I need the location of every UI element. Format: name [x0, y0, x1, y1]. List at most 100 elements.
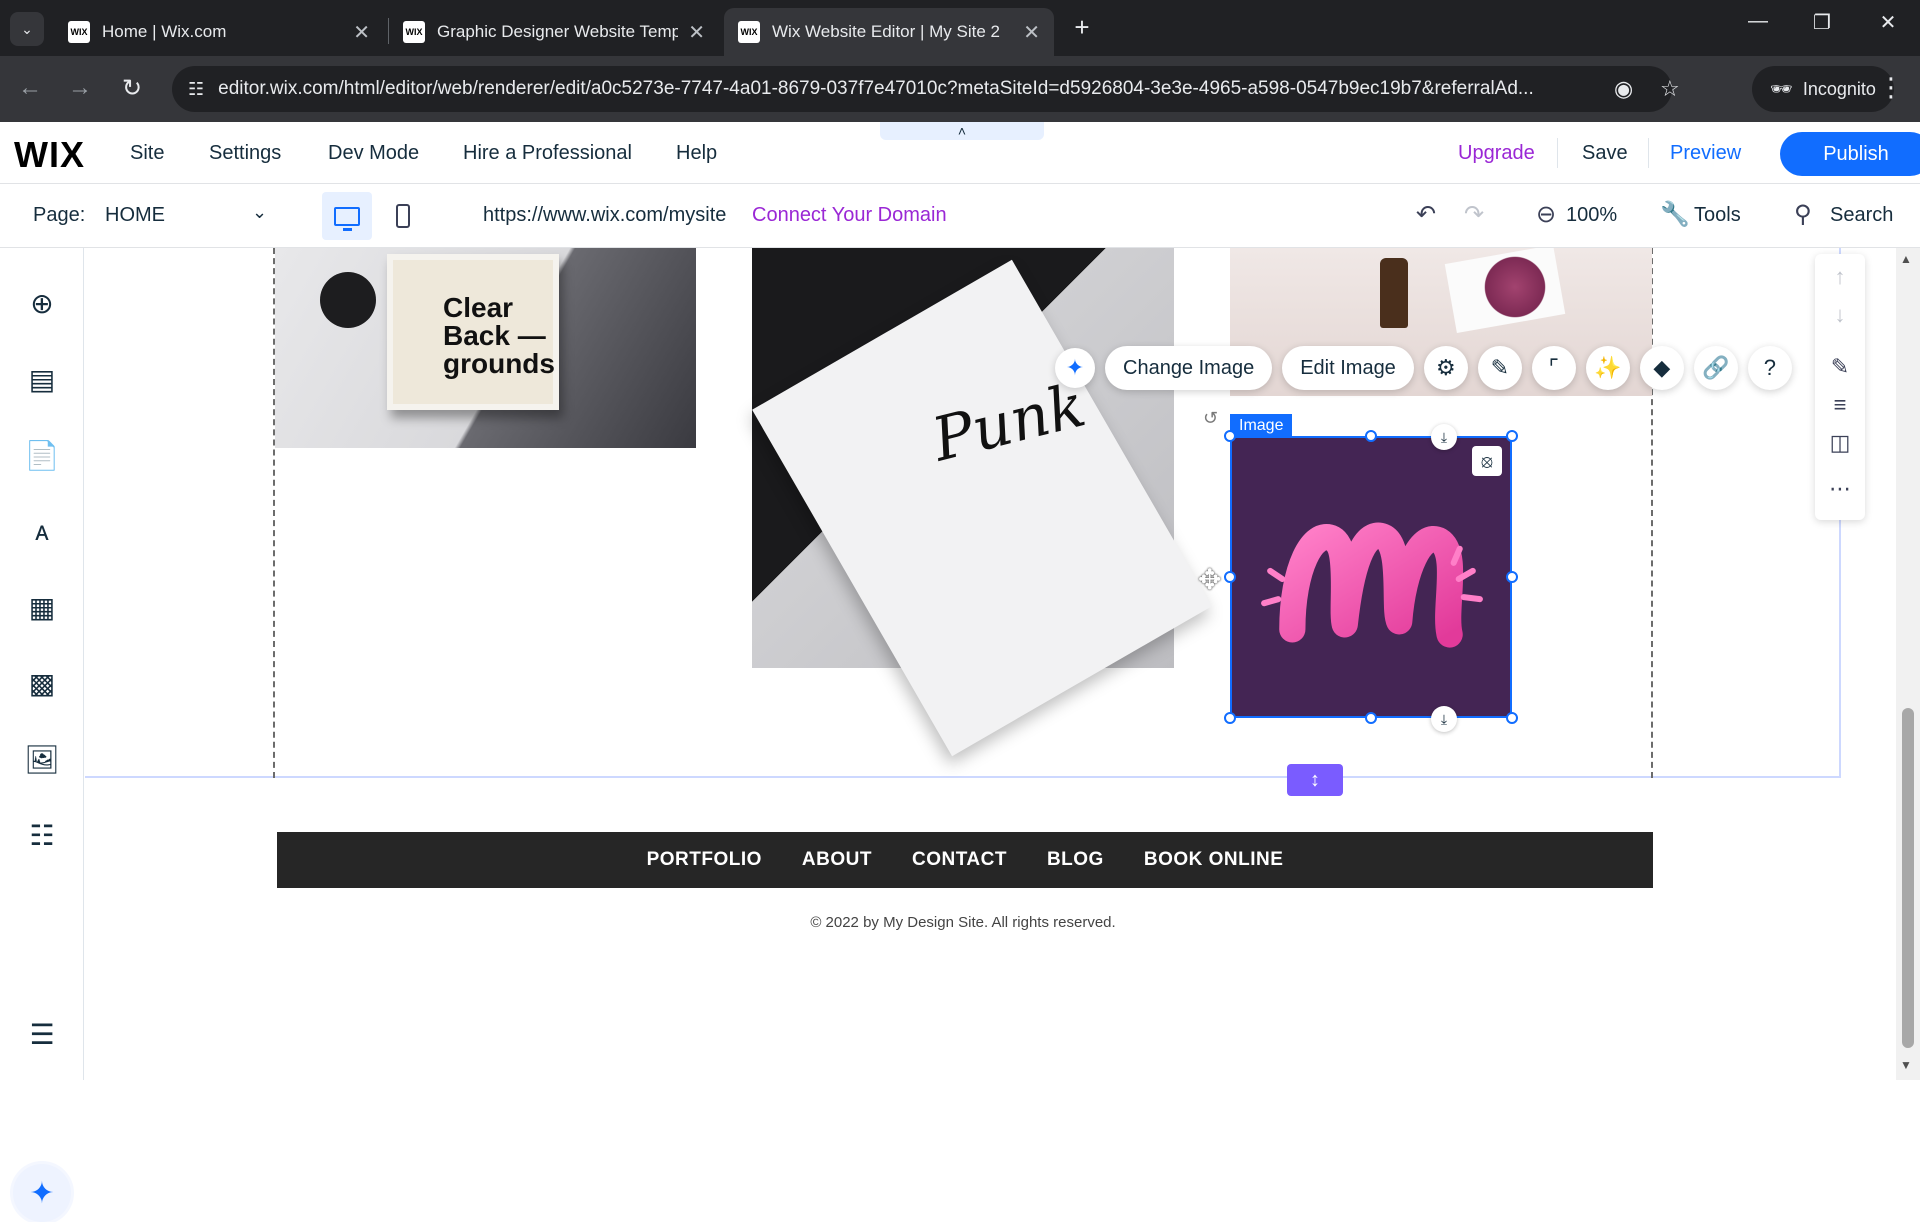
scroll-down-icon[interactable]: ▼ — [1900, 1058, 1912, 1072]
resize-handle-bl[interactable] — [1224, 712, 1236, 724]
mobile-view-button[interactable] — [378, 192, 428, 240]
resize-handle-tr[interactable] — [1506, 430, 1518, 442]
move-up-arrow-icon[interactable]: ↑ — [1815, 264, 1865, 290]
footer-nav-contact[interactable]: CONTACT — [912, 849, 1007, 871]
photo-clear-backgrounds[interactable]: Clear Back — grounds — [275, 248, 696, 448]
tab-title: Home | Wix.com — [102, 22, 227, 41]
restore-icon[interactable]: ❐ — [1802, 10, 1842, 35]
download-icon[interactable]: ⤓ — [1431, 424, 1457, 450]
menu-site[interactable]: Site — [130, 142, 164, 165]
desktop-icon — [334, 206, 360, 231]
magic-wand-icon[interactable]: ✨ — [1585, 346, 1630, 390]
browser-tab-home-wix[interactable]: WIX Home | Wix.com ✕ — [54, 8, 384, 56]
link-icon[interactable]: 🔗 — [1693, 346, 1738, 390]
browser-tab-template[interactable]: WIX Graphic Designer Website Temp ✕ — [389, 8, 719, 56]
reload-icon[interactable]: ↻ — [116, 74, 148, 103]
wix-logo[interactable]: WIX — [14, 134, 85, 176]
footer-nav-blog[interactable]: BLOG — [1047, 849, 1104, 871]
cms-icon[interactable]: ☷ — [20, 813, 64, 857]
publish-button[interactable]: Publish — [1780, 132, 1920, 176]
eye-off-icon[interactable]: ◉ — [1614, 76, 1633, 102]
more-options-icon[interactable]: ⋯ — [1815, 476, 1865, 502]
media-icon[interactable]: 🖼 — [20, 737, 64, 781]
resize-handle-t[interactable] — [1365, 430, 1377, 442]
editor-canvas[interactable]: Clear Back — grounds Punk ✦ Change Image… — [85, 248, 1845, 1080]
tab-title: Graphic Designer Website Temp — [437, 22, 679, 41]
ai-sparkle-icon[interactable]: ✦ — [1055, 348, 1095, 388]
zoom-out-icon[interactable]: ⊖ — [1536, 200, 1556, 229]
page-selector[interactable]: HOME — [105, 204, 165, 227]
layers-stack-icon[interactable]: ≡ — [1815, 392, 1865, 418]
footer-nav-book-online[interactable]: BOOK ONLINE — [1144, 849, 1284, 871]
footer-nav-portfolio[interactable]: PORTFOLIO — [647, 849, 762, 871]
download-icon[interactable]: ⤓ — [1431, 706, 1457, 732]
zoom-level[interactable]: 100% — [1566, 204, 1617, 227]
tools-icon[interactable]: 🔧 — [1660, 200, 1690, 229]
desktop-view-button[interactable] — [322, 192, 372, 240]
section-stretch-handle-icon[interactable]: ↕ — [1287, 764, 1343, 796]
selected-image[interactable] — [1230, 436, 1512, 718]
tab-close-icon[interactable]: ✕ — [1023, 20, 1040, 45]
settings-gear-icon[interactable]: ⚙ — [1423, 346, 1468, 390]
design-brush-icon[interactable]: ✎ — [1477, 346, 1522, 390]
add-section-icon[interactable]: ▤ — [20, 357, 64, 401]
window-close-icon[interactable]: ✕ — [1868, 10, 1908, 35]
layout-icon[interactable]: ◫ — [1815, 430, 1865, 456]
search-button[interactable]: Search — [1830, 204, 1893, 227]
edit-image-button[interactable]: Edit Image — [1282, 346, 1414, 390]
resize-handle-l[interactable] — [1224, 571, 1236, 583]
search-icon[interactable]: ⚲ — [1794, 200, 1812, 229]
browser-tab-wix-editor[interactable]: WIX Wix Website Editor | My Site 2 ✕ — [724, 8, 1054, 56]
resize-handle-tl[interactable] — [1224, 430, 1236, 442]
connect-domain-link[interactable]: Connect Your Domain — [752, 204, 947, 227]
tools-button[interactable]: Tools — [1694, 204, 1741, 227]
tab-search-chevron-icon[interactable]: ⌄ — [10, 12, 44, 46]
preview-button[interactable]: Preview — [1670, 142, 1741, 165]
tab-close-icon[interactable]: ✕ — [688, 20, 705, 45]
scroll-up-icon[interactable]: ▲ — [1900, 252, 1912, 266]
omnibox[interactable]: ☷ editor.wix.com/html/editor/web/rendere… — [172, 66, 1672, 112]
help-icon[interactable]: ? — [1747, 346, 1792, 390]
edit-pencil-icon[interactable]: ✎ — [1815, 354, 1865, 380]
back-arrow-icon[interactable]: ← — [14, 74, 46, 102]
browser-menu-icon[interactable]: ⋮ — [1878, 72, 1904, 103]
collapse-topbar-chevron-icon[interactable]: ˄ — [880, 122, 1044, 140]
resize-handle-b[interactable] — [1365, 712, 1377, 724]
menu-help[interactable]: Help — [676, 142, 717, 165]
menu-hire-professional[interactable]: Hire a Professional — [463, 142, 632, 165]
photo-punk-poster[interactable]: Punk — [752, 248, 1212, 757]
bookmark-star-icon[interactable]: ☆ — [1660, 76, 1680, 102]
menu-dev-mode[interactable]: Dev Mode — [328, 142, 419, 165]
rotate-icon[interactable]: ↺ — [1203, 408, 1218, 429]
crop-icon[interactable]: ⌜ — [1531, 346, 1576, 390]
site-design-icon[interactable]: ᴀ — [20, 509, 64, 553]
tab-close-icon[interactable]: ✕ — [353, 20, 370, 45]
animation-icon[interactable]: ◆ — [1639, 346, 1684, 390]
ai-assistant-sparkle-icon[interactable]: ✦ — [13, 1164, 71, 1222]
resize-handle-br[interactable] — [1506, 712, 1518, 724]
selected-element-label: Image — [1230, 414, 1293, 438]
menu-settings[interactable]: Settings — [209, 142, 281, 165]
change-image-button[interactable]: Change Image — [1105, 346, 1273, 390]
layers-icon[interactable]: ☰ — [20, 1012, 64, 1056]
site-info-icon[interactable]: ☷ — [188, 79, 204, 100]
resize-handle-r[interactable] — [1506, 571, 1518, 583]
chevron-down-icon[interactable]: ⌄ — [252, 202, 267, 223]
new-tab-plus-icon[interactable]: + — [1066, 12, 1098, 43]
fit-image-icon[interactable]: ⦻ — [1472, 446, 1502, 476]
add-apps-icon[interactable]: ▦ — [20, 585, 64, 629]
url-text[interactable]: editor.wix.com/html/editor/web/renderer/… — [218, 78, 1672, 100]
minimize-icon[interactable]: — — [1738, 10, 1778, 33]
incognito-indicator[interactable]: 🕶 Incognito — [1752, 66, 1894, 112]
pages-menu-icon[interactable]: 📄 — [20, 433, 64, 477]
business-apps-icon[interactable]: ▩ — [20, 661, 64, 705]
forward-arrow-icon[interactable]: → — [64, 74, 96, 102]
add-elements-icon[interactable]: ⊕ — [20, 281, 64, 325]
upgrade-link[interactable]: Upgrade — [1458, 142, 1535, 165]
scrollbar-thumb[interactable] — [1902, 708, 1914, 1048]
footer-nav-about[interactable]: ABOUT — [802, 849, 872, 871]
save-button[interactable]: Save — [1582, 142, 1628, 165]
move-down-arrow-icon[interactable]: ↓ — [1815, 302, 1865, 328]
redo-icon[interactable]: ↷ — [1464, 200, 1484, 229]
undo-icon[interactable]: ↶ — [1416, 200, 1436, 229]
